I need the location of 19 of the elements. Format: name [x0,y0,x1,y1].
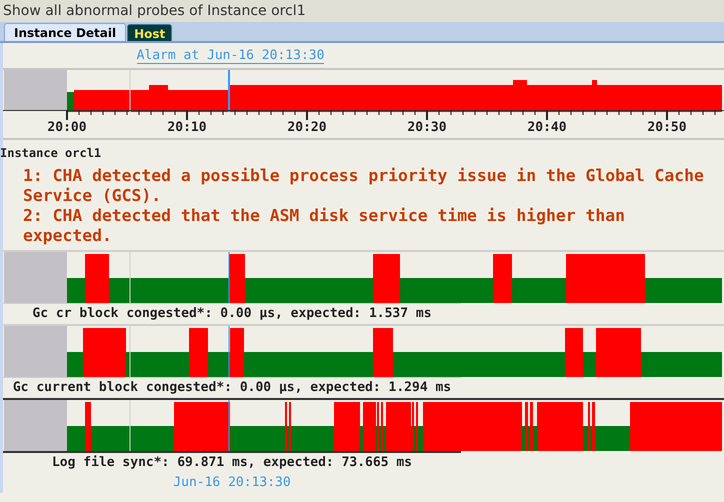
alert-message: 2: CHA detected that the ASM disk service time is higher than expected. [23,206,626,246]
time-tick-label: 20:50 [647,120,687,136]
window-title: Show all abnormal probes of Instance orcl1 [3,2,306,20]
probe-label: Gc cr block congested*: 0.00 µs, expected: 1.537 ms [32,305,432,323]
footer-time: Jun-16 20:13:30 [173,474,291,492]
time-tick-label: 20:40 [527,120,567,136]
time-tick-label: 20:00 [47,120,87,136]
chart-label-area [4,326,67,377]
chart-label-area [4,400,67,451]
alert-message: 1: CHA detected a possible process priority issue in the Global Cache Service (GCS). [23,166,705,206]
time-tick-label: 20:30 [407,120,447,136]
tab[interactable]: Host [127,24,172,41]
probe-label: Gc current block congested*: 0.00 µs, expected: 1.294 ms [12,379,452,397]
time-tick-label: 20:20 [287,120,327,136]
time-tick-label: 20:10 [167,120,207,136]
probe-label: Log file sync*: 69.871 ms, expected: 73.665 ms [52,454,412,472]
tab[interactable]: Instance Detail [4,23,126,41]
instance-label: Instance orcl1 [0,146,102,160]
chart-label-area [4,252,67,303]
